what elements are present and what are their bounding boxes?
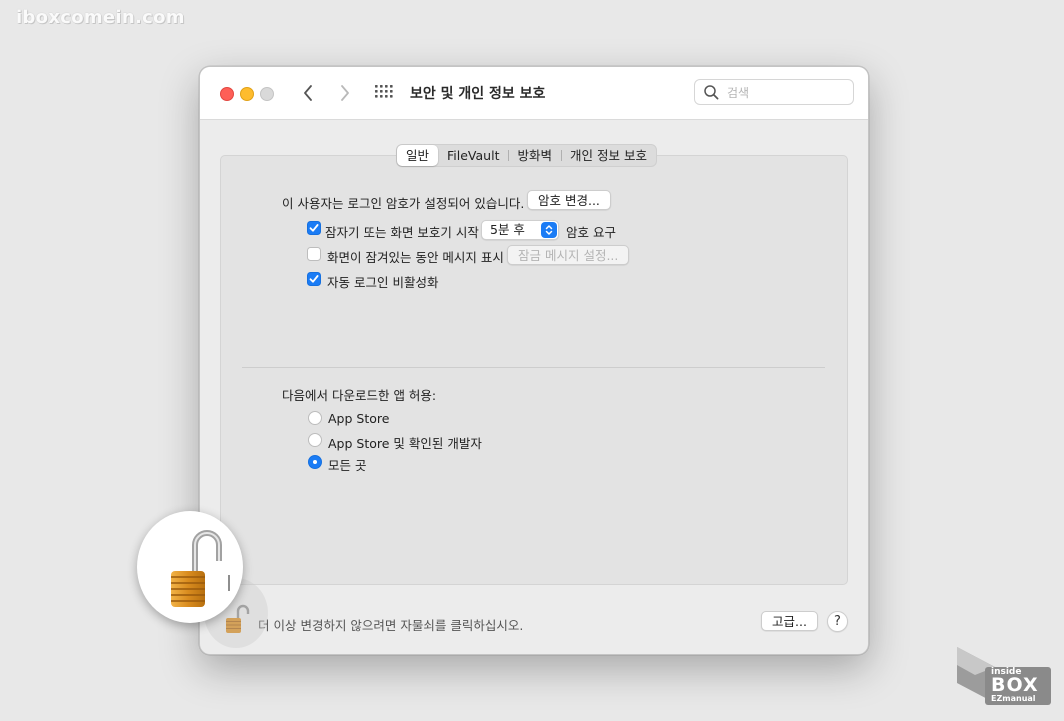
logo-line-3: EZmanual <box>991 694 1036 703</box>
tab-privacy[interactable]: 개인 정보 보호 <box>561 145 656 166</box>
password-delay-select[interactable]: 5분 후 <box>481 220 559 240</box>
tab-bar: 일반 FileVault 방화벽 개인 정보 보호 <box>396 144 657 167</box>
logo-line-2: BOX <box>991 674 1039 696</box>
password-status-text: 이 사용자는 로그인 암호가 설정되어 있습니다. <box>282 196 525 211</box>
disable-auto-login-label: 자동 로그인 비활성화 <box>327 275 439 290</box>
radio-app-store[interactable] <box>308 411 322 425</box>
forward-chevron-icon <box>341 85 349 101</box>
site-watermark: iboxcomein.com <box>16 7 185 28</box>
preferences-window: 보안 및 개인 정보 보호 일반 FileVault 방화벽 개인 정보 보호 … <box>199 66 869 655</box>
disable-auto-login-checkbox[interactable] <box>307 272 321 286</box>
insidebox-logo: inside BOX EZmanual <box>955 645 1055 707</box>
checkmark-icon <box>309 275 319 283</box>
lock-magnifier <box>137 511 243 623</box>
search-input[interactable] <box>725 83 849 103</box>
section-divider <box>242 367 825 368</box>
title-bar: 보안 및 개인 정보 보호 <box>200 67 868 120</box>
advanced-button[interactable]: 고급... <box>761 611 818 631</box>
search-icon <box>704 85 719 100</box>
back-chevron-icon <box>304 85 312 101</box>
radio-anywhere[interactable] <box>308 455 322 469</box>
require-password-suffix: 암호 요구 <box>566 225 616 240</box>
tab-firewall[interactable]: 방화벽 <box>508 145 561 166</box>
lock-message: 더 이상 변경하지 않으려면 자물쇠를 클릭하십시오. <box>258 618 524 633</box>
lock-message-button[interactable]: 잠금 메시지 설정... <box>507 245 630 265</box>
show-message-label: 화면이 잠겨있는 동안 메시지 표시 <box>327 250 504 265</box>
tab-filevault[interactable]: FileVault <box>438 145 508 166</box>
radio-app-store-label: App Store <box>328 411 390 426</box>
back-button[interactable] <box>297 82 319 104</box>
change-password-button[interactable]: 암호 변경... <box>527 190 611 210</box>
allow-apps-heading: 다음에서 다운로드한 앱 허용: <box>282 388 437 403</box>
unlocked-padlock-icon <box>171 530 230 607</box>
radio-anywhere-label: 모든 곳 <box>328 458 367 473</box>
show-all-button[interactable] <box>374 84 394 102</box>
password-delay-value: 5분 후 <box>490 222 525 237</box>
show-message-checkbox[interactable] <box>307 247 321 261</box>
require-password-label: 잠자기 또는 화면 보호기 시작 <box>325 225 479 240</box>
window-title: 보안 및 개인 정보 보호 <box>410 86 546 102</box>
forward-button[interactable] <box>334 82 356 104</box>
help-button[interactable]: ? <box>827 611 848 632</box>
close-button[interactable] <box>220 87 234 101</box>
grid-icon <box>375 85 393 98</box>
radio-app-store-identified[interactable] <box>308 433 322 447</box>
require-password-checkbox[interactable] <box>307 221 321 235</box>
stepper-icon <box>541 222 557 238</box>
checkmark-icon <box>309 224 319 232</box>
radio-app-store-identified-label: App Store 및 확인된 개발자 <box>328 436 482 451</box>
search-field[interactable] <box>694 79 854 105</box>
tab-general[interactable]: 일반 <box>397 145 439 166</box>
zoom-button[interactable] <box>260 87 274 101</box>
minimize-button[interactable] <box>240 87 254 101</box>
